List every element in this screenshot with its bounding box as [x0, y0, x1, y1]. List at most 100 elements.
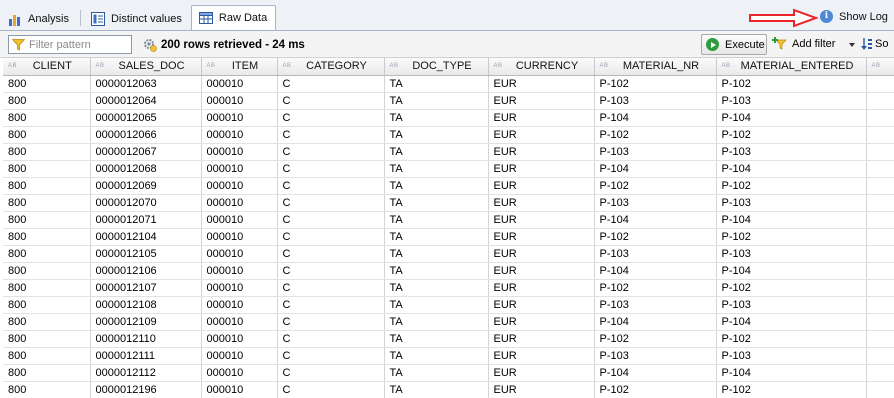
column-header-doc-type[interactable]: AB DOC_TYPE — [384, 58, 489, 76]
table-cell-category[interactable]: C — [277, 279, 385, 297]
column-header-sales-doc[interactable]: AB SALES_DOC — [90, 58, 202, 76]
table-cell-material-nr[interactable]: P-102 — [594, 75, 717, 93]
table-cell-item[interactable]: 000010 — [201, 177, 278, 195]
table-cell-material-entered[interactable]: P-104 — [716, 211, 867, 229]
table-cell-doc-type[interactable]: TA — [384, 262, 489, 280]
table-cell-currency[interactable]: EUR — [488, 364, 595, 382]
table-cell-category[interactable]: C — [277, 330, 385, 348]
table-cell-doc-type[interactable]: TA — [384, 279, 489, 297]
table-cell-sales-doc[interactable]: 0000012070 — [90, 194, 202, 212]
table-cell-item[interactable]: 000010 — [201, 381, 278, 398]
chevron-down-icon[interactable] — [849, 43, 855, 47]
table-cell-currency[interactable]: EUR — [488, 279, 595, 297]
table-cell-currency[interactable]: EUR — [488, 228, 595, 246]
column-header-material-nr[interactable]: AB MATERIAL_NR — [594, 58, 717, 76]
table-cell-category[interactable]: C — [277, 109, 385, 127]
table-row[interactable]: 800 0000012069 000010 C TA EUR P-102 P-102 — [3, 177, 894, 195]
table-cell-sales-doc[interactable]: 0000012104 — [90, 228, 202, 246]
table-cell-client[interactable]: 800 — [3, 262, 91, 280]
table-cell-material-entered[interactable]: P-104 — [716, 160, 867, 178]
table-cell-item[interactable]: 000010 — [201, 126, 278, 144]
table-cell-material-nr[interactable]: P-104 — [594, 364, 717, 382]
table-cell-client[interactable]: 800 — [3, 109, 91, 127]
table-cell-material-entered[interactable]: P-103 — [716, 296, 867, 314]
table-cell-doc-type[interactable]: TA — [384, 177, 489, 195]
table-cell-item[interactable]: 000010 — [201, 211, 278, 229]
table-cell-material-entered[interactable]: P-103 — [716, 245, 867, 263]
table-row[interactable]: 800 0000012110 000010 C TA EUR P-102 P-102 — [3, 330, 894, 348]
table-cell-currency[interactable]: EUR — [488, 296, 595, 314]
table-cell-doc-type[interactable]: TA — [384, 296, 489, 314]
table-cell-sales-doc[interactable]: 0000012196 — [90, 381, 202, 398]
table-row[interactable]: 800 0000012112 000010 C TA EUR P-104 P-104 — [3, 364, 894, 382]
table-cell-item[interactable]: 000010 — [201, 75, 278, 93]
table-cell-currency[interactable]: EUR — [488, 160, 595, 178]
table-cell-doc-type[interactable]: TA — [384, 75, 489, 93]
table-cell-currency[interactable]: EUR — [488, 177, 595, 195]
table-cell-category[interactable]: C — [277, 160, 385, 178]
table-cell-item[interactable]: 000010 — [201, 313, 278, 331]
table-cell-client[interactable]: 800 — [3, 381, 91, 398]
column-header-material-entered[interactable]: AB MATERIAL_ENTERED — [716, 58, 867, 76]
table-cell-sales-doc[interactable]: 0000012111 — [90, 347, 202, 365]
column-header-currency[interactable]: AB CURRENCY — [488, 58, 595, 76]
table-cell-sales-doc[interactable]: 0000012109 — [90, 313, 202, 331]
table-row[interactable]: 800 0000012064 000010 C TA EUR P-103 P-103 — [3, 92, 894, 110]
table-row[interactable]: 800 0000012196 000010 C TA EUR P-102 P-102 — [3, 381, 894, 398]
table-cell-material-nr[interactable]: P-103 — [594, 347, 717, 365]
table-cell-doc-type[interactable]: TA — [384, 245, 489, 263]
table-cell-client[interactable]: 800 — [3, 160, 91, 178]
table-cell-currency[interactable]: EUR — [488, 313, 595, 331]
table-cell-category[interactable]: C — [277, 313, 385, 331]
table-cell-sales-doc[interactable]: 0000012066 — [90, 126, 202, 144]
table-cell-material-nr[interactable]: P-102 — [594, 126, 717, 144]
table-cell-sales-doc[interactable]: 0000012108 — [90, 296, 202, 314]
table-cell-client[interactable]: 800 — [3, 211, 91, 229]
table-row[interactable]: 800 0000012063 000010 C TA EUR P-102 P-102 — [3, 75, 894, 93]
table-cell-client[interactable]: 800 — [3, 347, 91, 365]
table-cell-category[interactable]: C — [277, 347, 385, 365]
sort-button[interactable]: So — [861, 37, 894, 51]
column-header-client[interactable]: AB CLIENT — [3, 58, 91, 76]
table-cell-doc-type[interactable]: TA — [384, 364, 489, 382]
table-cell-material-entered[interactable]: P-104 — [716, 364, 867, 382]
table-cell-material-nr[interactable]: P-102 — [594, 381, 717, 398]
table-cell-doc-type[interactable]: TA — [384, 381, 489, 398]
column-header-category[interactable]: AB CATEGORY — [277, 58, 385, 76]
table-cell-item[interactable]: 000010 — [201, 228, 278, 246]
table-cell-currency[interactable]: EUR — [488, 75, 595, 93]
table-cell-client[interactable]: 800 — [3, 177, 91, 195]
table-cell-currency[interactable]: EUR — [488, 109, 595, 127]
filter-field[interactable] — [8, 35, 132, 54]
table-cell-material-nr[interactable]: P-102 — [594, 279, 717, 297]
table-row[interactable]: 800 0000012071 000010 C TA EUR P-104 P-104 — [3, 211, 894, 229]
table-cell-doc-type[interactable]: TA — [384, 160, 489, 178]
table-cell-material-entered[interactable]: P-104 — [716, 313, 867, 331]
table-cell-category[interactable]: C — [277, 75, 385, 93]
table-cell-category[interactable]: C — [277, 245, 385, 263]
table-row[interactable]: 800 0000012104 000010 C TA EUR P-102 P-102 — [3, 228, 894, 246]
table-cell-doc-type[interactable]: TA — [384, 92, 489, 110]
table-cell-client[interactable]: 800 — [3, 313, 91, 331]
table-cell-category[interactable]: C — [277, 228, 385, 246]
table-cell-sales-doc[interactable]: 0000012067 — [90, 143, 202, 161]
table-cell-material-entered[interactable]: P-104 — [716, 262, 867, 280]
table-cell-item[interactable]: 000010 — [201, 109, 278, 127]
add-filter-button[interactable]: Add filter — [772, 37, 835, 50]
table-cell-currency[interactable]: EUR — [488, 126, 595, 144]
table-row[interactable]: 800 0000012105 000010 C TA EUR P-103 P-103 — [3, 245, 894, 263]
table-row[interactable]: 800 0000012108 000010 C TA EUR P-103 P-103 — [3, 296, 894, 314]
table-cell-doc-type[interactable]: TA — [384, 126, 489, 144]
table-cell-sales-doc[interactable]: 0000012068 — [90, 160, 202, 178]
table-cell-client[interactable]: 800 — [3, 228, 91, 246]
table-row[interactable]: 800 0000012067 000010 C TA EUR P-103 P-103 — [3, 143, 894, 161]
table-cell-material-entered[interactable]: P-102 — [716, 126, 867, 144]
table-cell-material-entered[interactable]: P-102 — [716, 75, 867, 93]
table-cell-material-entered[interactable]: P-103 — [716, 194, 867, 212]
table-cell-client[interactable]: 800 — [3, 75, 91, 93]
table-cell-material-nr[interactable]: P-103 — [594, 92, 717, 110]
table-cell-item[interactable]: 000010 — [201, 279, 278, 297]
table-cell-sales-doc[interactable]: 0000012105 — [90, 245, 202, 263]
table-cell-sales-doc[interactable]: 0000012064 — [90, 92, 202, 110]
table-row[interactable]: 800 0000012065 000010 C TA EUR P-104 P-104 — [3, 109, 894, 127]
